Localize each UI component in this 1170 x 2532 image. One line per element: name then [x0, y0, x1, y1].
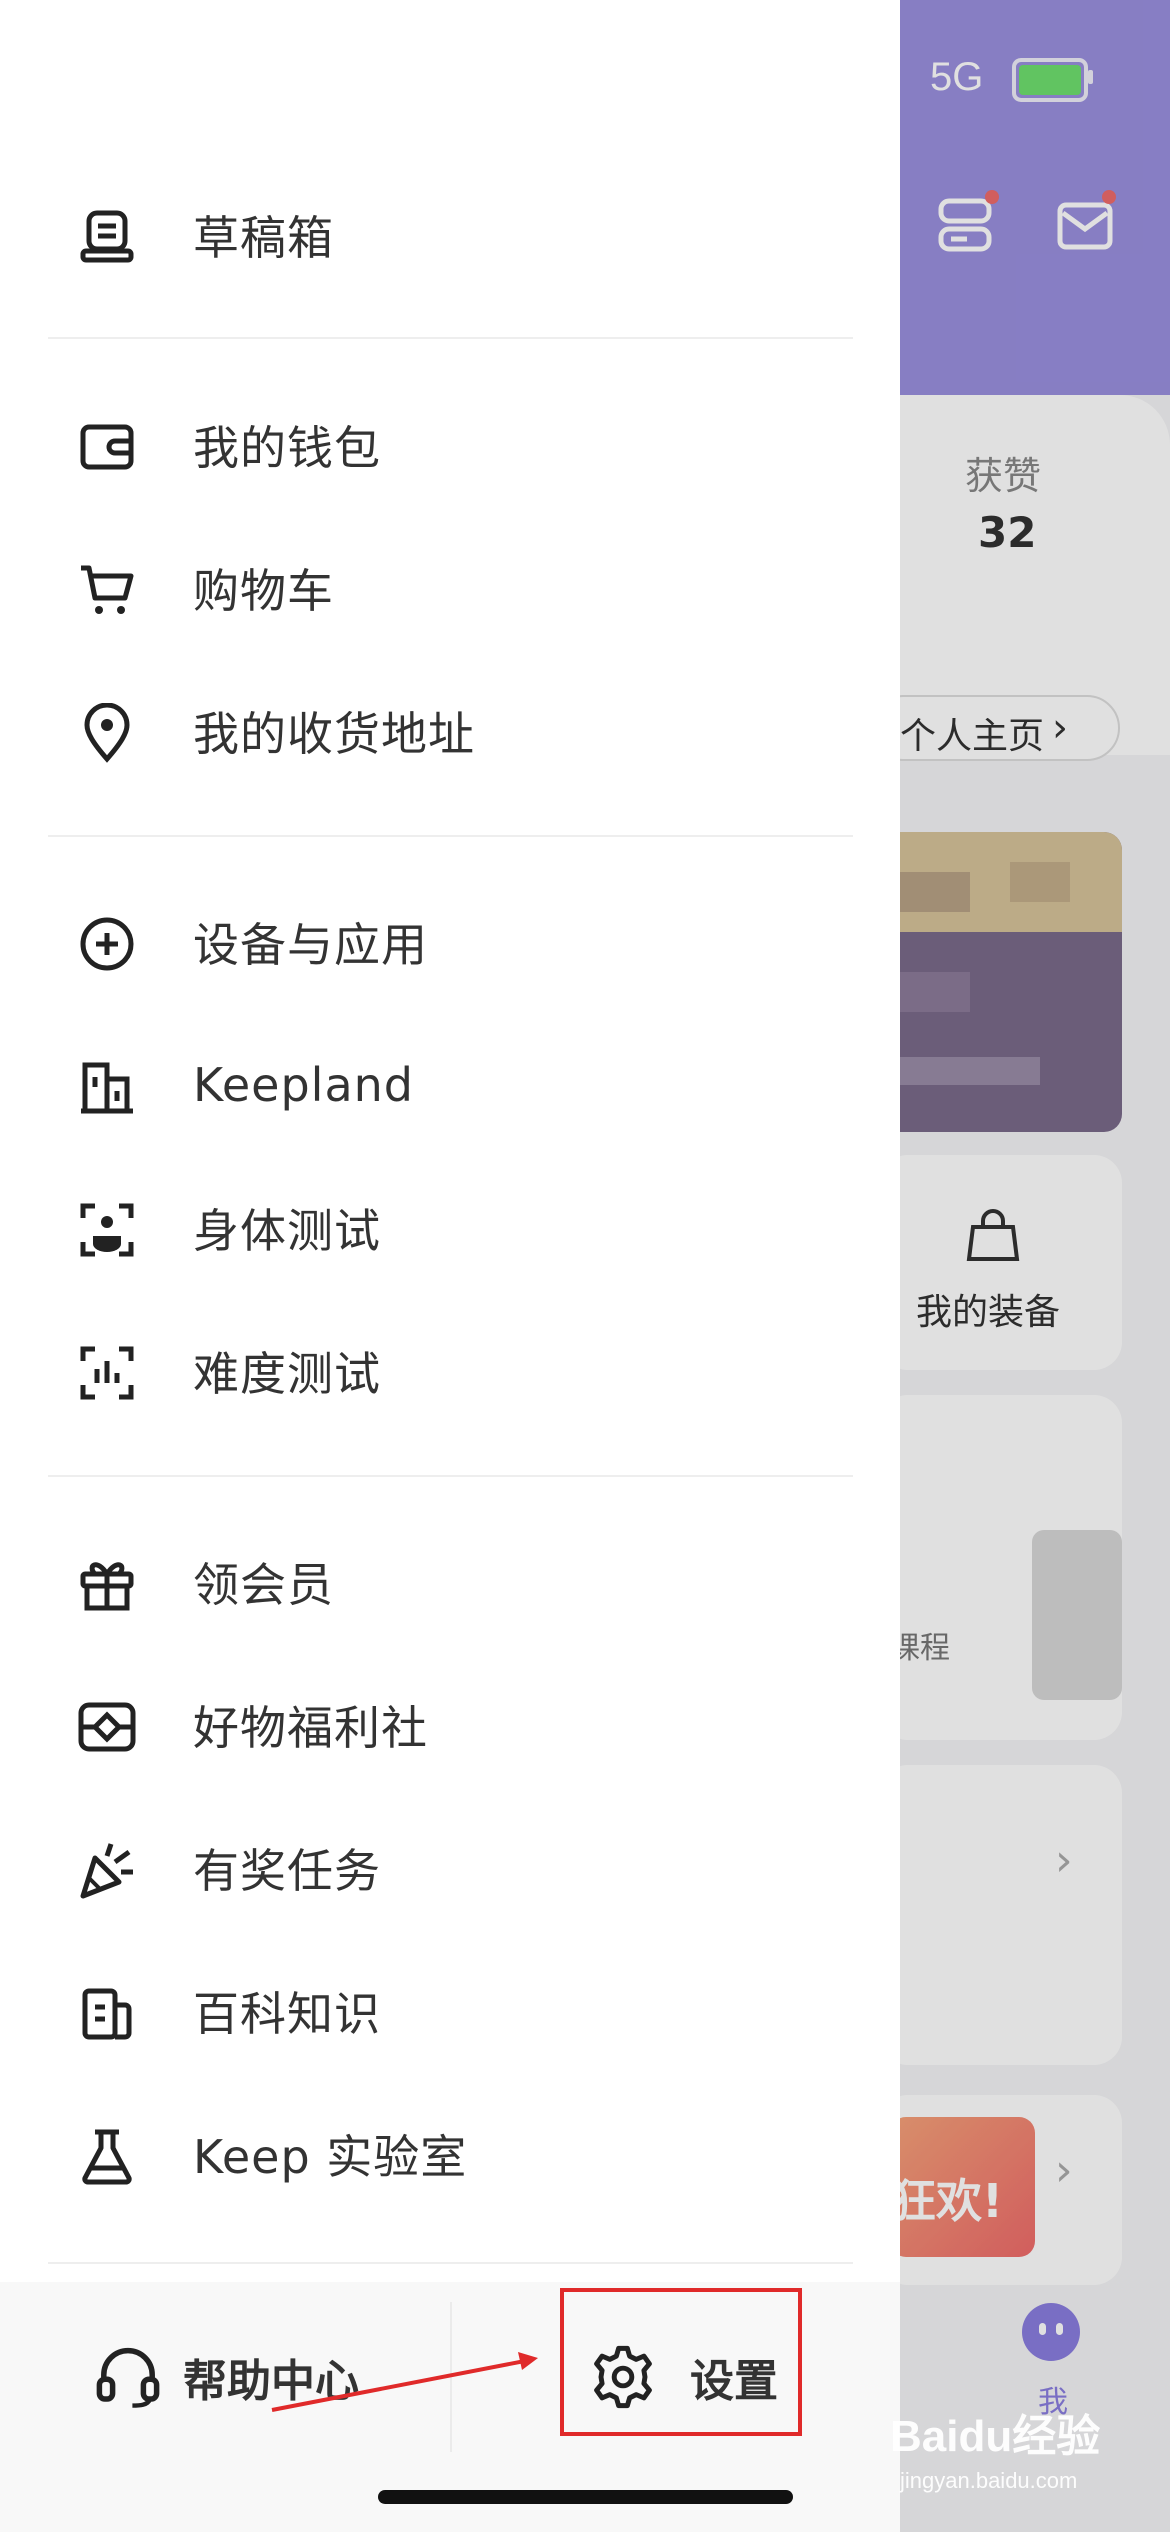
divider	[48, 1475, 853, 1477]
menu-item-label: 我的收货地址	[193, 707, 475, 761]
highlight-box	[560, 2288, 802, 2436]
plus-circle-icon	[75, 912, 139, 976]
building-icon	[75, 1055, 139, 1119]
divider	[48, 337, 853, 339]
menu-item-label: 领会员	[193, 1558, 334, 1612]
menu-item-label: 购物车	[193, 564, 334, 618]
menu-item-cart[interactable]: 购物车	[0, 528, 900, 648]
divider	[48, 835, 853, 837]
menu-item-label: 设备与应用	[193, 918, 428, 972]
body-scan-icon	[75, 1198, 139, 1262]
menu-item-address[interactable]: 我的收货地址	[0, 671, 900, 791]
menu-item-drafts[interactable]: 草稿箱	[0, 175, 900, 295]
menu-item-label: 身体测试	[193, 1204, 381, 1258]
annotation-arrow	[271, 2352, 538, 2412]
menu-item-label: 好物福利社	[193, 1701, 428, 1755]
wallet-icon	[75, 415, 139, 479]
home-indicator	[378, 2490, 793, 2504]
menu-item-label: 有奖任务	[193, 1844, 381, 1898]
cart-icon	[75, 558, 139, 622]
menu-item-encyclopedia[interactable]: 百科知识	[0, 1951, 900, 2071]
headset-icon	[96, 2347, 160, 2408]
encyclopedia-icon	[75, 1981, 139, 2045]
menu-item-goods[interactable]: 好物福利社	[0, 1665, 900, 1785]
watermark-url: jingyan.baidu.com	[900, 2468, 1078, 2493]
difficulty-scan-icon	[75, 1341, 139, 1405]
menu-item-label: 草稿箱	[193, 211, 334, 265]
menu-item-label: 百科知识	[193, 1987, 381, 2041]
menu-item-label: 难度测试	[193, 1347, 381, 1401]
menu-item-label: Keep 实验室	[193, 2130, 468, 2184]
menu-item-label: 我的钱包	[193, 421, 381, 475]
side-drawer: 草稿箱 我的钱包 购物车 我的收货地址 设备与应用 Keepland 身体测试 …	[0, 0, 900, 2532]
menu-item-keepland[interactable]: Keepland	[0, 1025, 900, 1145]
party-popper-icon	[75, 1838, 139, 1902]
menu-item-wallet[interactable]: 我的钱包	[0, 385, 900, 505]
goods-icon	[75, 1695, 139, 1759]
menu-item-difficulty-test[interactable]: 难度测试	[0, 1311, 900, 1431]
flask-icon	[75, 2124, 139, 2188]
gift-icon	[75, 1552, 139, 1616]
menu-item-label: Keepland	[193, 1058, 414, 1112]
divider	[48, 2262, 853, 2264]
menu-item-membership[interactable]: 领会员	[0, 1522, 900, 1642]
watermark-brand: Baidu经验	[890, 2412, 1101, 2461]
menu-item-tasks[interactable]: 有奖任务	[0, 1808, 900, 1928]
location-pin-icon	[75, 701, 139, 765]
menu-item-devices[interactable]: 设备与应用	[0, 882, 900, 1002]
drafts-icon	[75, 205, 139, 269]
menu-item-body-test[interactable]: 身体测试	[0, 1168, 900, 1288]
menu-item-lab[interactable]: Keep 实验室	[0, 2094, 900, 2214]
